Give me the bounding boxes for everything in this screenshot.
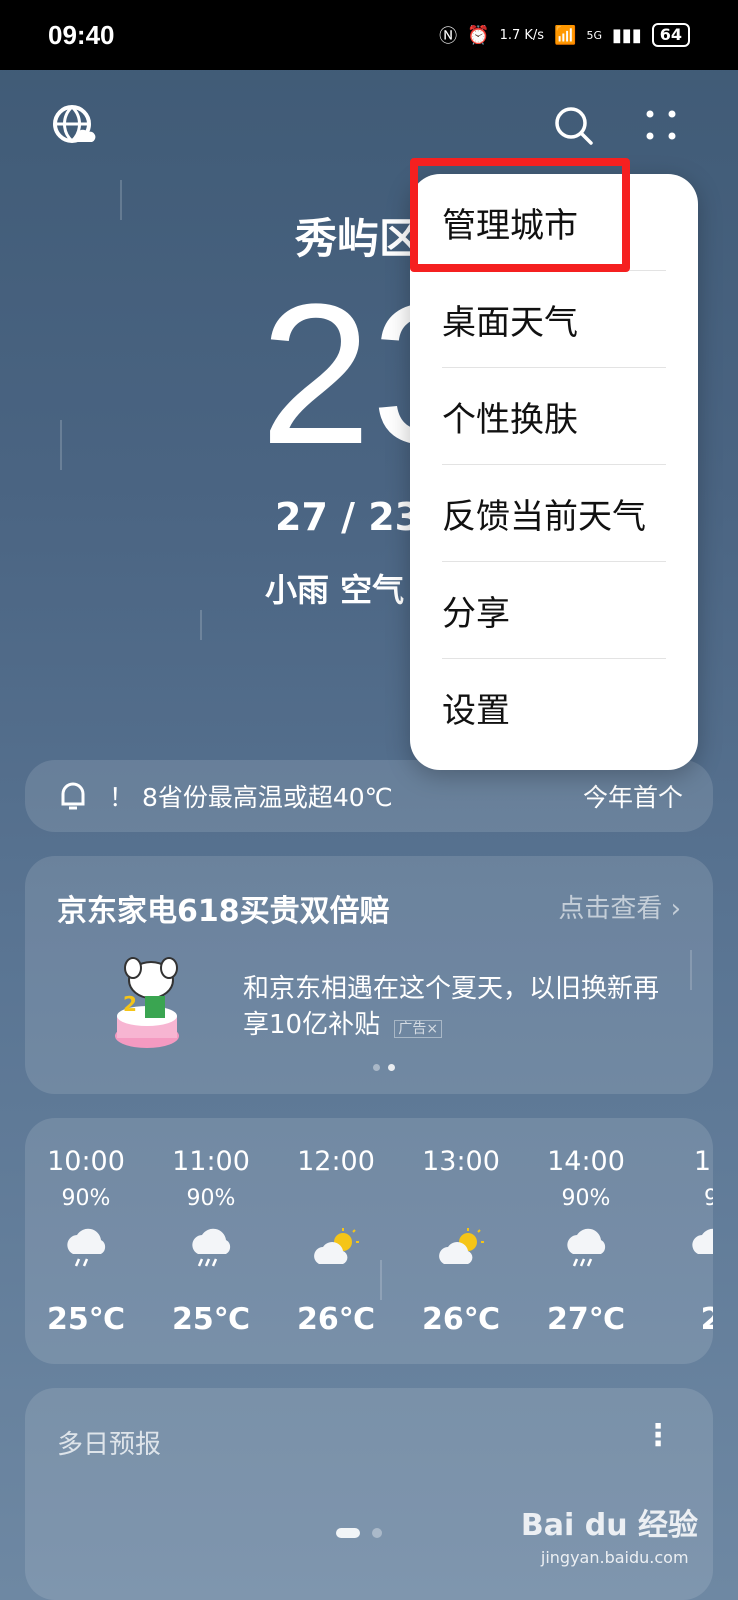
temperature-range: 27 / 23 [275, 495, 422, 539]
hour-precip: 90% [61, 1186, 111, 1211]
weather-alert-card[interactable]: ！ 8省份最高温或超40℃ 今年首个 [25, 760, 713, 832]
rain-cloud-icon [567, 1228, 606, 1267]
ad-body-text: 和京东相遇在这个夏天，以旧换新再享10亿补贴 广告× [243, 971, 683, 1047]
hour-precip: 9 [704, 1186, 713, 1211]
hour-time: 14:00 [547, 1146, 625, 1177]
menu-item-feedback[interactable]: 反馈当前天气 [442, 465, 666, 562]
city-globe-icon[interactable] [52, 104, 96, 148]
hourly-forecast-card[interactable]: 10:00 90% 25℃ 11:00 90% 25℃ 12:00 26℃ 13… [25, 1118, 713, 1364]
wifi-icon: 📶 [554, 24, 577, 46]
forecast-more-icon[interactable]: ⋮ [643, 1418, 673, 1453]
watermark-url: jingyan.baidu.com [540, 1548, 689, 1567]
weather-condition: 小雨 空气 [265, 571, 405, 609]
ad-title: 京东家电618买贵双倍赔 [57, 894, 390, 929]
alert-right-text: 今年首个 [582, 783, 683, 812]
menu-item-theme[interactable]: 个性换肤 [442, 368, 666, 465]
hour-time: 10:00 [47, 1146, 125, 1177]
hour-time: 15 [693, 1146, 713, 1177]
rain-streak [200, 610, 202, 640]
battery-icon: 64 [651, 23, 690, 47]
ad-carousel-dots [373, 1064, 395, 1071]
hour-precip: 90% [561, 1186, 611, 1211]
hour-temperature: 25℃ [171, 1302, 251, 1337]
ad-body-content: 和京东相遇在这个夏天，以旧换新再享10亿补贴 [243, 974, 660, 1040]
hour-time: 12:00 [297, 1146, 375, 1177]
more-menu-icon[interactable] [640, 104, 684, 148]
menu-item-share[interactable]: 分享 [442, 562, 666, 659]
alarm-icon: ⏰ [467, 24, 490, 46]
cell-signal-icon: ▮▮▮ [612, 24, 642, 46]
network-speed: 1.7 K/s [499, 27, 545, 43]
search-icon[interactable] [552, 104, 596, 148]
baidu-watermark: Bai du 经验 jingyan.baidu.com [521, 1500, 698, 1567]
bell-icon [61, 782, 85, 810]
page-indicator [336, 1528, 382, 1538]
ad-close-tag[interactable]: 广告× [394, 1020, 443, 1038]
rain-streak [60, 420, 62, 470]
options-menu: 管理城市 桌面天气 个性换肤 反馈当前天气 分享 设置 [410, 174, 698, 770]
page-dot [372, 1528, 382, 1538]
status-icons: Ⓝ ⏰ 1.7 K/s 📶 5G ▮▮▮ 64 [439, 22, 690, 48]
hour-time: 11:00 [172, 1146, 250, 1177]
menu-item-desktop-weather[interactable]: 桌面天气 [442, 271, 666, 368]
status-time: 09:40 [48, 19, 115, 50]
carousel-dot-active [388, 1064, 395, 1071]
partly-sunny-icon [314, 1228, 359, 1264]
hour-time: 13:00 [422, 1146, 500, 1177]
page-dot-active [336, 1528, 360, 1538]
multi-day-forecast-card[interactable]: 多日预报 ⋮ [25, 1388, 713, 1600]
jd-mascot-icon: 2 [115, 957, 179, 1048]
hour-precip: 90% [186, 1186, 236, 1211]
watermark-brand: Bai du 经验 [520, 1508, 698, 1543]
ad-view-link[interactable]: 点击查看 › [558, 888, 681, 925]
hour-temperature: 26℃ [421, 1302, 501, 1337]
ad-card[interactable]: 京东家电618买贵双倍赔 点击查看 › 2 和京东相遇在这个夏天，以旧换新再享1… [25, 856, 713, 1094]
menu-item-manage-cities[interactable]: 管理城市 [442, 174, 666, 271]
menu-item-settings[interactable]: 设置 [442, 659, 666, 756]
city-name: 秀屿区 [295, 214, 422, 263]
hour-temperature: 27℃ [546, 1302, 626, 1337]
alert-text: ！ 8省份最高温或超40℃ [109, 783, 393, 812]
hour-temperature: 25℃ [46, 1302, 126, 1337]
nfc-icon: Ⓝ [439, 26, 458, 47]
rain-cloud-icon [692, 1228, 713, 1254]
partly-sunny-icon [439, 1228, 484, 1264]
svg-text:2: 2 [123, 992, 137, 1016]
rain-cloud-icon [67, 1228, 106, 1267]
status-bar: 09:40 Ⓝ ⏰ 1.7 K/s 📶 5G ▮▮▮ 64 [0, 0, 738, 70]
hour-temperature: 2 [700, 1302, 713, 1337]
signal-label: 5G [586, 28, 603, 42]
rain-cloud-icon [192, 1228, 231, 1267]
hour-temperature: 26℃ [296, 1302, 376, 1337]
rain-streak [120, 180, 122, 220]
carousel-dot [373, 1064, 380, 1071]
forecast-title: 多日预报 [57, 1430, 162, 1460]
